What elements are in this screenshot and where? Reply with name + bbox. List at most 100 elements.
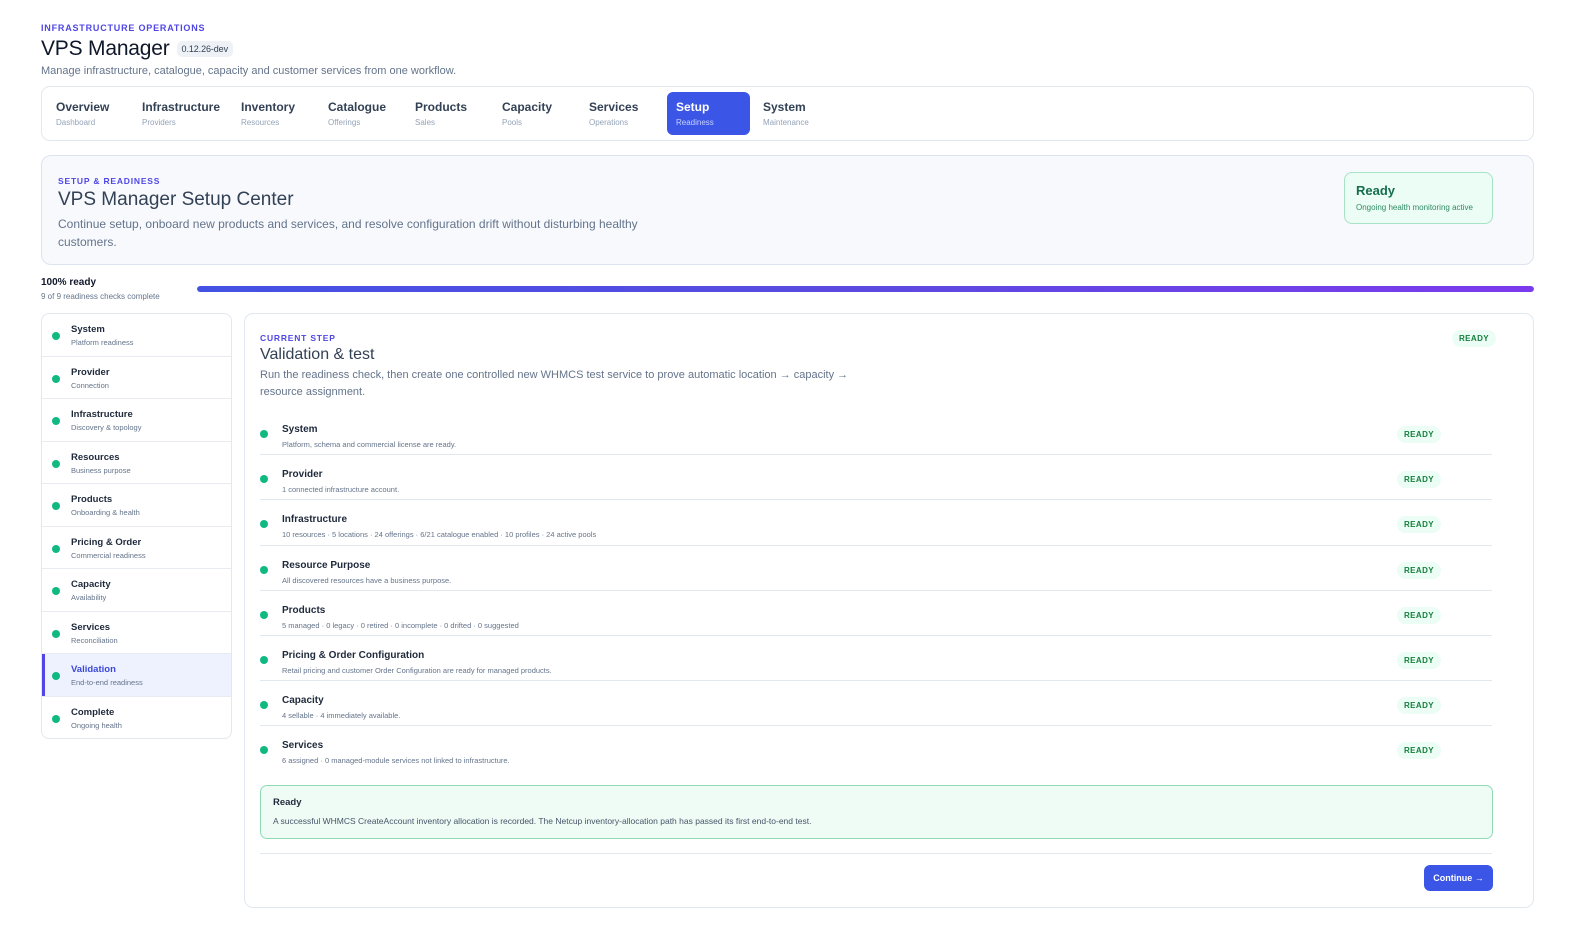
- check-label: System: [282, 424, 318, 435]
- step-validation[interactable]: Validation End-to-end readiness: [42, 654, 231, 697]
- status-dot-icon: [52, 714, 60, 723]
- status-dot-icon: [52, 629, 60, 638]
- step-products[interactable]: Products Onboarding & health: [42, 484, 231, 527]
- tab-services[interactable]: Services Operations: [580, 92, 647, 135]
- step-sublabel: Ongoing health: [71, 720, 122, 730]
- tab-sublabel: Pools: [502, 118, 523, 127]
- status-badge: READY: [1397, 651, 1442, 669]
- step-provider[interactable]: Provider Connection: [42, 357, 231, 399]
- progress-bar: [197, 286, 1534, 292]
- status-dot-icon: [260, 655, 268, 664]
- tab-capacity[interactable]: Capacity Pools: [493, 92, 561, 135]
- check-row-system: System Platform, schema and commercial l…: [260, 410, 1492, 456]
- step-system[interactable]: System Platform readiness: [42, 314, 231, 357]
- tab-sublabel: Providers: [142, 118, 176, 127]
- status-dot-icon: [52, 374, 60, 383]
- check-label: Capacity: [282, 695, 324, 707]
- hero-eyebrow: SETUP & READINESS: [58, 176, 161, 186]
- tab-infrastructure[interactable]: Infrastructure Providers: [133, 92, 229, 135]
- result-text: A successful WHMCS CreateAccount invento…: [273, 816, 812, 826]
- check-row-products: Products 5 managed · 0 legacy · 0 retire…: [260, 591, 1492, 636]
- readiness-checks: System Platform, schema and commercial l…: [260, 410, 1492, 772]
- current-step-eyebrow: CURRENT STEP: [260, 333, 336, 343]
- check-label: Services: [282, 740, 324, 752]
- check-row-infrastructure: Infrastructure 10 resources · 5 location…: [260, 500, 1492, 546]
- tab-sublabel: Dashboard: [56, 118, 96, 127]
- tab-label: Services: [589, 100, 639, 114]
- tab-sublabel: Offerings: [328, 118, 361, 127]
- step-pricing-order[interactable]: Pricing & Order Commercial readiness: [42, 527, 231, 569]
- step-resources[interactable]: Resources Business purpose: [42, 442, 231, 484]
- status-dot-icon: [52, 332, 60, 340]
- check-description: Retail pricing and customer Order Config…: [282, 665, 552, 675]
- status-badge: READY: [1397, 697, 1442, 715]
- status-badge: READY: [1397, 606, 1442, 624]
- step-capacity[interactable]: Capacity Availability: [42, 569, 231, 612]
- status-badge: READY: [1397, 516, 1442, 534]
- steps-sidebar: System Platform readiness Provider Conne…: [41, 313, 232, 739]
- tab-label: Setup: [676, 100, 710, 114]
- step-label: Capacity: [71, 579, 111, 590]
- tab-label: Capacity: [502, 100, 553, 114]
- title-row: VPS Manager 0.12.26-dev: [41, 37, 456, 61]
- check-description: 5 managed · 0 legacy · 0 retired · 0 inc…: [282, 620, 519, 630]
- tab-products[interactable]: Products Sales: [406, 92, 476, 135]
- status-badge: READY: [1397, 471, 1442, 489]
- tab-system[interactable]: System Maintenance: [754, 92, 818, 135]
- tab-inventory[interactable]: Inventory Resources: [232, 92, 304, 135]
- tab-setup[interactable]: Setup Readiness: [667, 92, 750, 135]
- step-label: Complete: [71, 706, 115, 718]
- check-label: Resource Purpose: [282, 559, 371, 571]
- step-label: Products: [71, 494, 113, 505]
- tab-sublabel: Resources: [241, 118, 280, 127]
- continue-button[interactable]: Continue →: [1424, 865, 1493, 891]
- setup-hero: SETUP & READINESS VPS Manager Setup Cent…: [41, 155, 1534, 265]
- status-dot-icon: [260, 430, 268, 438]
- check-label: Products: [282, 604, 326, 616]
- current-step-panel: CURRENT STEP Validation & test Run the r…: [244, 313, 1534, 908]
- step-sublabel: Business purpose: [71, 465, 131, 475]
- step-label: Pricing & Order: [71, 536, 142, 548]
- step-sublabel: Reconciliation: [71, 635, 118, 645]
- status-dot-icon: [52, 417, 60, 425]
- status-dot-icon: [52, 672, 60, 680]
- tab-sublabel: Operations: [589, 118, 629, 127]
- check-row-provider: Provider 1 connected infrastructure acco…: [260, 455, 1492, 501]
- ready-status-sub: Ongoing health monitoring active: [1356, 203, 1473, 212]
- hero-title: VPS Manager Setup Center: [58, 189, 294, 210]
- step-label: System: [71, 324, 105, 335]
- check-description: 10 resources · 5 locations · 24 offering…: [282, 530, 597, 540]
- check-label: Provider: [282, 469, 323, 481]
- tab-label: Inventory: [241, 100, 296, 114]
- tab-label: Catalogue: [328, 100, 387, 114]
- check-description: 4 sellable · 4 immediately available.: [282, 711, 401, 721]
- step-sublabel: Commercial readiness: [71, 550, 146, 560]
- tab-sublabel: Readiness: [676, 118, 714, 127]
- app-subtitle: Manage infrastructure, catalogue, capaci…: [41, 65, 457, 77]
- tab-catalogue[interactable]: Catalogue Offerings: [319, 92, 395, 135]
- step-sublabel: Availability: [71, 593, 107, 602]
- step-sublabel: Platform readiness: [71, 338, 134, 347]
- step-label: Services: [71, 621, 111, 633]
- status-dot-icon: [52, 544, 60, 553]
- progress-label: 100% ready: [41, 277, 97, 288]
- progress-fill: [197, 286, 1534, 292]
- status-dot-icon: [260, 565, 268, 574]
- hero-description: Continue setup, onboard new products and…: [58, 217, 638, 249]
- step-infrastructure[interactable]: Infrastructure Discovery & topology: [42, 399, 231, 442]
- step-label: Validation: [71, 664, 116, 675]
- tab-overview[interactable]: Overview Dashboard: [47, 92, 118, 135]
- step-sublabel: Connection: [71, 380, 109, 390]
- step-complete[interactable]: Complete Ongoing health: [42, 697, 231, 739]
- status-dot-icon: [260, 475, 268, 484]
- app-header: INFRASTRUCTURE OPERATIONS VPS Manager 0.…: [41, 23, 456, 77]
- tab-label: Infrastructure: [142, 100, 221, 114]
- tab-label: Overview: [56, 100, 110, 114]
- status-badge: READY: [1397, 426, 1442, 443]
- check-description: Platform, schema and commercial license …: [282, 440, 457, 449]
- version-badge: 0.12.26-dev: [176, 41, 233, 57]
- tab-label: System: [763, 100, 806, 114]
- step-services[interactable]: Services Reconciliation: [42, 612, 231, 654]
- app-title: VPS Manager: [41, 37, 170, 60]
- app-eyebrow: INFRASTRUCTURE OPERATIONS: [41, 23, 206, 33]
